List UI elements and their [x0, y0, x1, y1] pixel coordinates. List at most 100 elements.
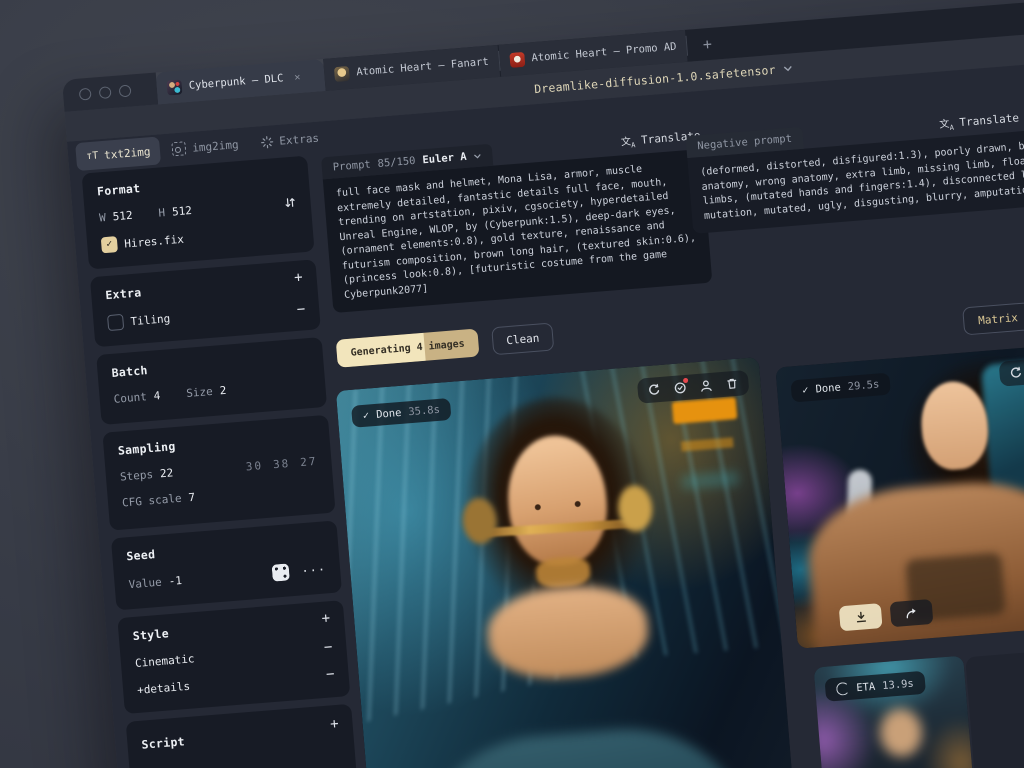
app-content: тT txt2img img2img Extras Format W [67, 42, 1024, 768]
panel-title: Batch [111, 350, 309, 380]
main-area: Prompt 85/150 Euler A 文A Translate full … [314, 42, 1024, 768]
steps-label: Steps [120, 468, 154, 484]
add-style-button[interactable]: + [321, 611, 331, 626]
tab-title: Atomic Heart – Promo AD [531, 41, 677, 65]
prompt-card: Prompt 85/150 Euler A 文A Translate full … [321, 127, 712, 313]
sampling-panel: Sampling Steps 22 30 38 27 CFG scale 7 [102, 415, 335, 531]
generating-image-card[interactable]: ETA 13.9s [814, 656, 983, 768]
add-script-button[interactable]: + [330, 717, 340, 732]
cfg-label: CFG scale [122, 492, 182, 510]
check-icon: ✓ [802, 384, 809, 396]
new-tab-button[interactable]: + [686, 27, 728, 62]
generated-image-card[interactable]: ✓ Done 29.5s [775, 344, 1024, 649]
tab-label: img2img [192, 138, 239, 155]
status-text: Done [376, 407, 402, 421]
panel-title: Format [96, 169, 294, 199]
check-icon: ✓ [106, 240, 113, 250]
panel-title: Extra [105, 272, 303, 302]
count-value[interactable]: 4 [153, 389, 161, 402]
seed-value-label: Value [128, 576, 162, 592]
cfg-value[interactable]: 7 [188, 491, 196, 504]
steps-preset[interactable]: 27 [300, 455, 318, 469]
download-icon [854, 610, 868, 624]
clean-button[interactable]: Clean [491, 322, 554, 355]
regenerate-icon[interactable] [647, 383, 661, 397]
notification-dot [683, 378, 688, 383]
download-button[interactable] [839, 603, 883, 631]
prompt-counter: 85/150 [377, 155, 416, 170]
cfg-row: CFG scale 7 [122, 481, 320, 510]
steps-row: Steps 22 30 38 27 [120, 455, 318, 484]
tab-txt2img[interactable]: тT txt2img [75, 136, 161, 171]
tiling-row: Tiling [107, 299, 306, 331]
tab-title: Cyberpunk – DLC [188, 72, 283, 92]
generated-image-card[interactable]: ✓ Done 35.8s [336, 357, 809, 768]
generating-progress-button[interactable]: Generating 4 images [336, 328, 480, 367]
share-icon [904, 606, 919, 620]
generating-label: Generating 4 images [336, 328, 480, 367]
steps-preset[interactable]: 38 [273, 457, 291, 471]
batch-panel: Batch Count 4 Size 2 [96, 337, 327, 425]
chevron-down-icon [783, 65, 792, 72]
share-button[interactable] [890, 599, 934, 627]
remove-style-button[interactable]: − [326, 667, 336, 682]
actions-row: Generating 4 images Clean [336, 322, 555, 367]
width-label: W [99, 211, 107, 224]
check-icon: ✓ [362, 409, 369, 421]
seed-more-options[interactable]: ··· [301, 562, 327, 578]
panel-title: Style [132, 613, 330, 643]
height-label: H [158, 206, 166, 219]
tiling-checkbox[interactable] [107, 314, 124, 331]
seed-value[interactable]: -1 [168, 574, 182, 588]
height-value[interactable]: 512 [172, 204, 193, 219]
style-item-row: +details − [137, 667, 335, 697]
status-text: Done [815, 382, 841, 396]
window-minimize-button[interactable] [99, 86, 112, 99]
count-label: Count [113, 390, 147, 406]
format-panel: Format W 512 H 512 ✓ Hires.fix [82, 156, 315, 270]
steps-value[interactable]: 22 [160, 466, 174, 480]
script-panel: Script + [126, 704, 367, 768]
window-close-button[interactable] [79, 88, 92, 101]
person-icon[interactable] [699, 379, 713, 393]
tab-label: Extras [279, 131, 320, 147]
translate-icon: 文A [620, 132, 636, 150]
style-panel: Style + Cinematic − +details − [117, 600, 350, 714]
negative-prompt-card: Negative prompt (deformed, distorted, di… [686, 106, 1024, 234]
remove-extra-button[interactable]: − [296, 302, 306, 317]
seed-row: Value -1 ··· [128, 560, 327, 593]
swap-dimensions-icon[interactable] [283, 196, 297, 210]
seed-panel: Seed Value -1 ··· [111, 520, 342, 610]
size-value[interactable]: 2 [219, 384, 227, 397]
width-value[interactable]: 512 [112, 209, 133, 224]
panel-title: Script [141, 722, 339, 752]
batch-row: Count 4 Size 2 [113, 377, 311, 406]
tab-label: txt2img [104, 145, 151, 162]
add-extra-button[interactable]: + [294, 270, 304, 285]
steps-preset[interactable]: 30 [245, 459, 263, 473]
regenerate-icon[interactable] [1009, 366, 1023, 380]
trash-icon[interactable] [725, 377, 739, 391]
window-zoom-button[interactable] [119, 85, 132, 98]
eta-time: 13.9s [882, 677, 914, 691]
matrix-view-button[interactable]: Matrix view [962, 299, 1024, 335]
size-label: Size [186, 385, 213, 400]
panel-title: Seed [126, 534, 324, 564]
history-clock-icon[interactable] [673, 381, 687, 395]
tab-title: Atomic Heart – Fanart [356, 56, 489, 79]
hires-label: Hires.fix [124, 232, 184, 250]
close-icon[interactable]: ✕ [294, 71, 301, 82]
tab-img2img[interactable]: img2img [161, 129, 249, 164]
hires-row: ✓ Hires.fix [101, 222, 300, 254]
steps-presets: 30 38 27 [245, 455, 318, 474]
random-seed-dice-icon[interactable] [272, 563, 290, 581]
hires-checkbox[interactable]: ✓ [101, 236, 118, 253]
negative-prompt-label: Negative prompt [697, 133, 792, 153]
sampler-name[interactable]: Euler A [422, 151, 467, 167]
desktop-background: Cyberpunk – DLC ✕ Atomic Heart – Fanart … [0, 0, 1024, 768]
status-time: 29.5s [847, 378, 879, 392]
app-window: Cyberpunk – DLC ✕ Atomic Heart – Fanart … [62, 0, 1024, 768]
empty-image-slot [965, 638, 1024, 768]
remove-style-button[interactable]: − [323, 640, 333, 655]
prompt-label: Prompt [332, 159, 371, 174]
